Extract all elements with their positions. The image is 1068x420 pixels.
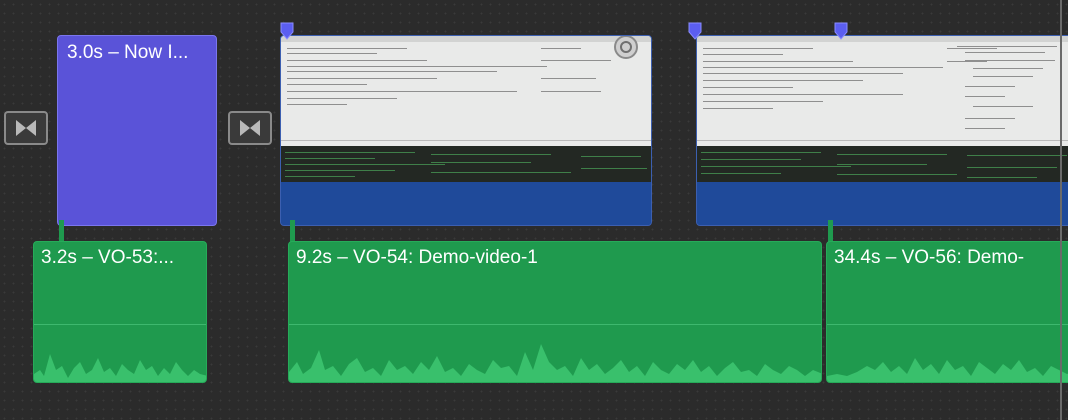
- transition-1[interactable]: [4, 111, 48, 145]
- video-thumbnail: [697, 36, 1068, 146]
- clip-connector: [828, 220, 833, 242]
- video-clip-1[interactable]: [280, 35, 652, 226]
- timeline[interactable]: 3.0s – Now I... 3.2s – VO-53:... 9.2s – …: [0, 0, 1068, 420]
- marker-icon[interactable]: [834, 22, 848, 40]
- title-clip-label: 3.0s – Now I...: [67, 42, 189, 63]
- cross-dissolve-transition-icon: [240, 120, 260, 136]
- video-thumbnail: [281, 36, 651, 146]
- audio-clip-label: 34.4s – VO-56: Demo-: [834, 247, 1025, 268]
- clip-connector: [290, 220, 295, 242]
- audio-clip-1[interactable]: 3.2s – VO-53:...: [33, 241, 207, 383]
- audio-clip-label: 3.2s – VO-53:...: [41, 247, 175, 268]
- audio-clip-label: 9.2s – VO-54: Demo-video-1: [296, 247, 538, 268]
- marker-icon[interactable]: [280, 22, 294, 40]
- audio-waveform: [289, 344, 821, 382]
- video-clip-2[interactable]: [696, 35, 1068, 226]
- title-clip[interactable]: 3.0s – Now I...: [57, 35, 217, 226]
- cross-dissolve-transition-icon: [16, 120, 36, 136]
- marker-icon[interactable]: [688, 22, 702, 40]
- clip-connector: [59, 220, 64, 242]
- audio-waveform: [34, 354, 206, 382]
- audio-waveform: [827, 358, 1068, 382]
- transition-2[interactable]: [228, 111, 272, 145]
- timeline-edge-line: [1060, 0, 1062, 420]
- audio-clip-3[interactable]: 34.4s – VO-56: Demo-: [826, 241, 1068, 383]
- audio-clip-2[interactable]: 9.2s – VO-54: Demo-video-1: [288, 241, 822, 383]
- spinner-icon: [614, 36, 638, 59]
